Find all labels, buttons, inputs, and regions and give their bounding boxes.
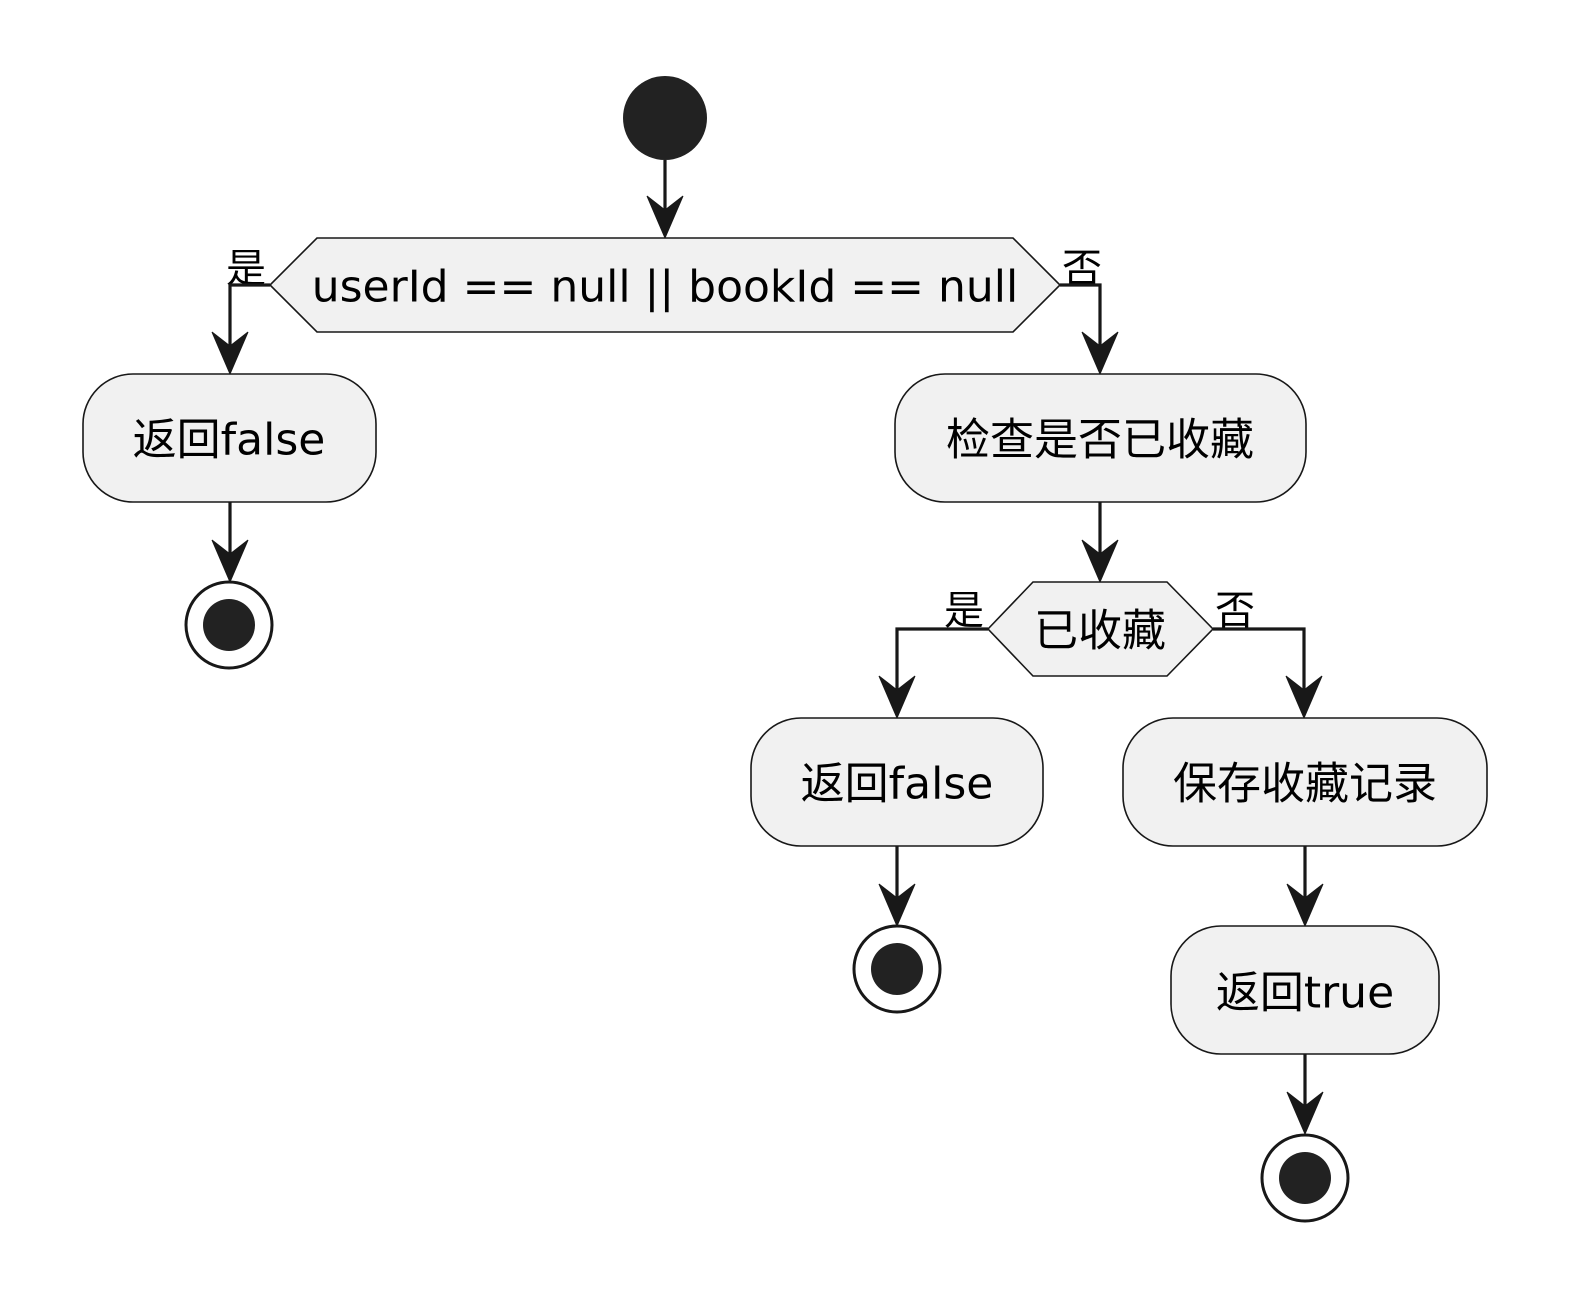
action-return-true-label: 返回true bbox=[1216, 968, 1394, 1019]
decision-favorited-yes-label: 是 bbox=[944, 588, 984, 634]
edge-favorited-yes bbox=[895, 627, 988, 704]
activity-diagram: userId == null || bookId == null 是 否 返回f… bbox=[82, 76, 1488, 1223]
action-return-false-1-label: 返回false bbox=[133, 415, 326, 466]
end-node-2-dot bbox=[871, 943, 923, 995]
action-save-record-label: 保存收藏记录 bbox=[1173, 759, 1437, 810]
edge-favorited-no bbox=[1213, 627, 1306, 704]
end-node-3-dot bbox=[1279, 1152, 1331, 1204]
decision-main-label: userId == null || bookId == null bbox=[312, 262, 1019, 313]
action-check-favorited-label: 检查是否已收藏 bbox=[946, 415, 1254, 466]
action-return-false-2-label: 返回false bbox=[801, 759, 994, 810]
decision-favorited-no-label: 否 bbox=[1215, 588, 1255, 634]
decision-favorited-label: 已收藏 bbox=[1034, 606, 1166, 657]
start-node bbox=[623, 76, 707, 160]
end-node-1-dot bbox=[203, 599, 255, 651]
